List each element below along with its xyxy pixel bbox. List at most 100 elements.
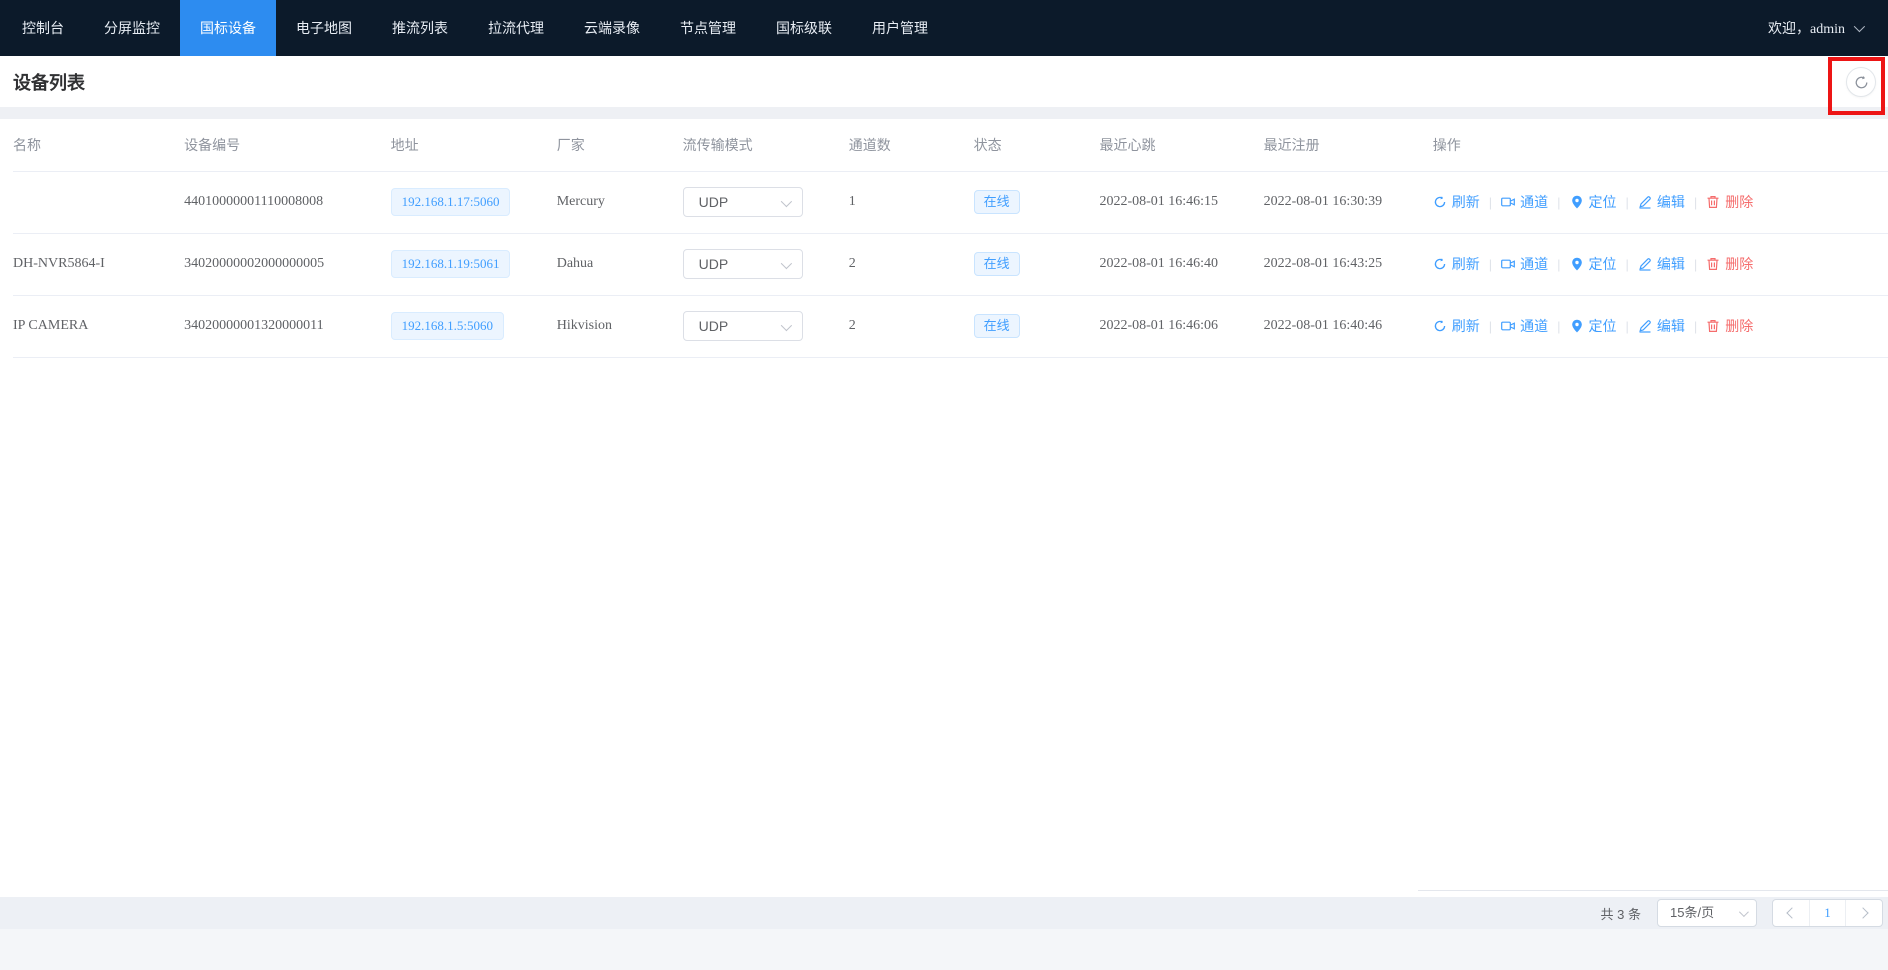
delete-icon <box>1706 319 1720 333</box>
col-header-manufacturer: 厂家 <box>557 119 683 171</box>
page-footer-background <box>0 929 1888 970</box>
table-row: DH-NVR5864-I 34020000002000000005 192.16… <box>13 233 1888 295</box>
col-header-last-registered: 最近注册 <box>1264 119 1433 171</box>
edit-icon <box>1638 319 1652 333</box>
refresh-action-button[interactable]: 刷新 <box>1433 254 1480 274</box>
stream-mode-select[interactable]: UDP <box>683 311 803 341</box>
nav-tab-cloud-recording[interactable]: 云端录像 <box>564 0 660 56</box>
locate-action-button[interactable]: 定位 <box>1570 254 1617 274</box>
pagination-bar: 共 3 条 15条/页 1 <box>0 897 1888 929</box>
page-size-select[interactable]: 15条/页 <box>1657 899 1757 927</box>
cell-last-heartbeat: 2022-08-01 16:46:15 <box>1099 171 1263 233</box>
next-page-button[interactable] <box>1845 900 1882 926</box>
cell-channel-count: 2 <box>849 295 974 357</box>
channel-action-button[interactable]: 通道 <box>1501 254 1548 274</box>
delete-action-button[interactable]: 删除 <box>1706 316 1753 336</box>
nav-tab-console[interactable]: 控制台 <box>2 0 84 56</box>
stream-mode-value: UDP <box>699 318 729 334</box>
prev-page-button[interactable] <box>1773 900 1809 926</box>
table-header-row: 名称 设备编号 地址 厂家 流传输模式 通道数 状态 最近心跳 最近注册 操作 <box>13 119 1888 171</box>
col-header-stream-mode: 流传输模式 <box>683 119 849 171</box>
status-badge: 在线 <box>974 314 1020 338</box>
action-separator: | <box>1557 195 1560 210</box>
cell-name: DH-NVR5864-I <box>13 233 184 295</box>
delete-icon <box>1706 257 1720 271</box>
status-badge: 在线 <box>974 252 1020 276</box>
device-list-page: 控制台 分屏监控 国标设备 电子地图 推流列表 拉流代理 云端录像 节点管理 国… <box>0 0 1888 970</box>
location-icon <box>1570 257 1584 271</box>
address-tag: 192.168.1.17:5060 <box>391 188 511 216</box>
table-row: IP CAMERA 34020000001320000011 192.168.1… <box>13 295 1888 357</box>
action-separator: | <box>1557 319 1560 334</box>
chevron-right-icon <box>1857 907 1868 918</box>
nav-tab-node-management[interactable]: 节点管理 <box>660 0 756 56</box>
user-menu[interactable]: 欢迎，admin <box>1768 0 1888 56</box>
refresh-action-button[interactable]: 刷新 <box>1433 192 1480 212</box>
edit-action-button[interactable]: 编辑 <box>1638 254 1685 274</box>
cell-manufacturer: Dahua <box>557 233 683 295</box>
page-number-button[interactable]: 1 <box>1809 900 1846 926</box>
table-empty-area <box>0 358 1888 898</box>
chevron-down-icon <box>1854 21 1865 32</box>
refresh-icon <box>1433 257 1447 271</box>
location-icon <box>1570 319 1584 333</box>
action-separator: | <box>1489 319 1492 334</box>
col-header-name: 名称 <box>13 119 184 171</box>
channel-action-button[interactable]: 通道 <box>1501 192 1548 212</box>
cell-last-heartbeat: 2022-08-01 16:46:40 <box>1099 233 1263 295</box>
nav-tab-push-stream-list[interactable]: 推流列表 <box>372 0 468 56</box>
refresh-list-button[interactable] <box>1846 67 1876 97</box>
cell-channel-count: 2 <box>849 233 974 295</box>
cell-name <box>13 171 184 233</box>
action-separator: | <box>1626 319 1629 334</box>
action-separator: | <box>1489 257 1492 272</box>
cell-last-registered: 2022-08-01 16:40:46 <box>1264 295 1433 357</box>
title-bar: 设备列表 <box>0 56 1888 107</box>
chevron-down-icon <box>780 196 791 207</box>
action-separator: | <box>1694 257 1697 272</box>
nav-tab-split-screen-monitor[interactable]: 分屏监控 <box>84 0 180 56</box>
stream-mode-value: UDP <box>699 194 729 210</box>
table-row: 44010000001110008008 192.168.1.17:5060 M… <box>13 171 1888 233</box>
fixed-column-border <box>1418 890 1888 891</box>
video-camera-icon <box>1501 257 1515 271</box>
nav-tab-user-management[interactable]: 用户管理 <box>852 0 948 56</box>
cell-manufacturer: Mercury <box>557 171 683 233</box>
action-separator: | <box>1626 257 1629 272</box>
col-header-address: 地址 <box>391 119 557 171</box>
nav-tab-gb-devices[interactable]: 国标设备 <box>180 0 276 56</box>
edit-action-button[interactable]: 编辑 <box>1638 192 1685 212</box>
refresh-icon <box>1433 319 1447 333</box>
action-separator: | <box>1557 257 1560 272</box>
top-navbar: 控制台 分屏监控 国标设备 电子地图 推流列表 拉流代理 云端录像 节点管理 国… <box>0 0 1888 56</box>
page-size-value: 15条/页 <box>1670 905 1714 920</box>
col-header-operations: 操作 <box>1433 119 1888 171</box>
channel-action-button[interactable]: 通道 <box>1501 316 1548 336</box>
refresh-icon <box>1433 195 1447 209</box>
current-page-label: 1 <box>1824 905 1831 921</box>
chevron-down-icon <box>780 320 791 331</box>
nav-tab-electronic-map[interactable]: 电子地图 <box>276 0 372 56</box>
locate-action-button[interactable]: 定位 <box>1570 316 1617 336</box>
refresh-icon <box>1854 75 1869 90</box>
delete-action-button[interactable]: 删除 <box>1706 254 1753 274</box>
video-camera-icon <box>1501 195 1515 209</box>
nav-tab-gb-cascade[interactable]: 国标级联 <box>756 0 852 56</box>
nav-tab-pull-stream-proxy[interactable]: 拉流代理 <box>468 0 564 56</box>
page-title: 设备列表 <box>13 69 85 95</box>
stream-mode-select[interactable]: UDP <box>683 249 803 279</box>
chevron-down-icon <box>780 258 791 269</box>
cell-manufacturer: Hikvision <box>557 295 683 357</box>
action-separator: | <box>1626 195 1629 210</box>
edit-action-button[interactable]: 编辑 <box>1638 316 1685 336</box>
chevron-left-icon <box>1787 907 1798 918</box>
locate-action-button[interactable]: 定位 <box>1570 192 1617 212</box>
col-header-channel-count: 通道数 <box>849 119 974 171</box>
cell-last-registered: 2022-08-01 16:30:39 <box>1264 171 1433 233</box>
edit-icon <box>1638 257 1652 271</box>
stream-mode-value: UDP <box>699 256 729 272</box>
refresh-action-button[interactable]: 刷新 <box>1433 316 1480 336</box>
stream-mode-select[interactable]: UDP <box>683 187 803 217</box>
cell-device-id: 34020000002000000005 <box>184 233 390 295</box>
delete-action-button[interactable]: 删除 <box>1706 192 1753 212</box>
